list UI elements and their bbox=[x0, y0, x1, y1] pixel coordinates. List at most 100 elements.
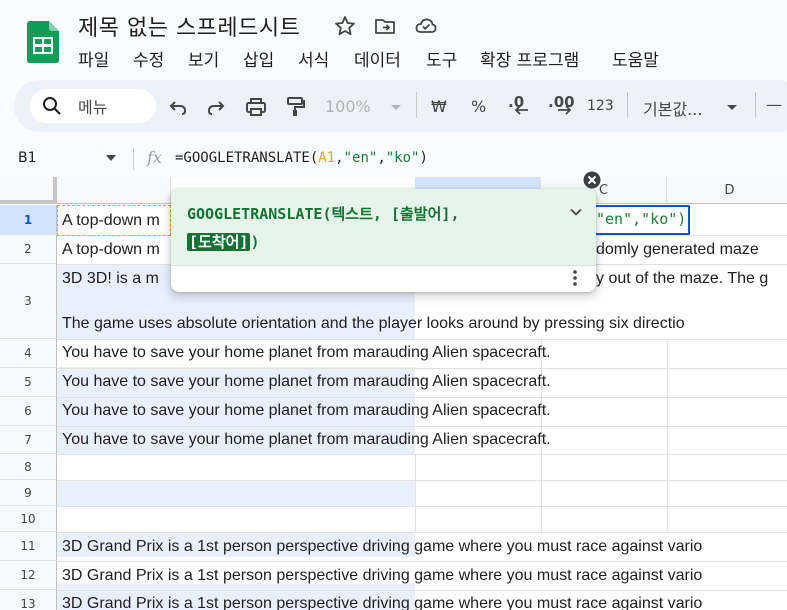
sheets-logo-icon[interactable] bbox=[27, 21, 59, 63]
arg-sep: , bbox=[372, 205, 382, 223]
formula-input[interactable]: =GOOGLETRANSLATE(A1,"en","ko") bbox=[175, 150, 428, 166]
row-header[interactable]: 8 bbox=[0, 454, 57, 480]
print-icon[interactable] bbox=[244, 95, 268, 119]
cell-a6[interactable]: You have to save your home planet from m… bbox=[62, 402, 551, 420]
menu-search[interactable]: 메뉴 bbox=[30, 89, 156, 123]
row-header[interactable]: 7 bbox=[0, 426, 57, 454]
percent-format-button[interactable]: % bbox=[471, 97, 486, 116]
redo-icon[interactable] bbox=[204, 95, 228, 119]
column-header-d[interactable]: D bbox=[667, 177, 787, 204]
undo-icon[interactable] bbox=[166, 95, 190, 119]
cell-a2-overflow: domly generated maze bbox=[596, 241, 759, 258]
close-icon[interactable] bbox=[583, 171, 601, 189]
gridline bbox=[57, 480, 787, 481]
arrow-left-icon bbox=[514, 105, 528, 115]
column-header-a[interactable] bbox=[57, 177, 171, 204]
row-header[interactable]: 10 bbox=[0, 506, 57, 532]
formula-sep: , bbox=[335, 150, 344, 166]
arrow-right-icon bbox=[558, 105, 572, 115]
cell-a3-overflow: y out of the maze. The g bbox=[596, 270, 769, 287]
formula-ref: A1 bbox=[318, 150, 336, 166]
menu-format[interactable]: 서식 bbox=[298, 46, 329, 71]
cell-a3-line2: The game uses absolute orientation and t… bbox=[62, 315, 685, 332]
arg-target-language: [도착어] bbox=[187, 233, 251, 251]
gridline bbox=[57, 426, 787, 427]
gridline bbox=[57, 339, 787, 340]
function-signature-line: [도착어]) bbox=[187, 231, 260, 252]
sheets-window: 제목 없는 스프레드시트 파일 수정 보기 삽입 서식 데이터 도구 확장 프로… bbox=[0, 0, 787, 610]
paint-format-icon[interactable] bbox=[283, 95, 307, 119]
zoom-dropdown-icon[interactable] bbox=[384, 95, 408, 119]
cloud-saved-icon[interactable] bbox=[414, 14, 438, 38]
freeze-handle[interactable] bbox=[0, 177, 57, 204]
zoom-select[interactable]: 100% bbox=[325, 97, 371, 116]
font-select[interactable]: 기본값... bbox=[643, 96, 702, 120]
arg-text: 텍스트 bbox=[331, 205, 373, 223]
gridline bbox=[57, 454, 787, 455]
menu-view[interactable]: 보기 bbox=[188, 46, 219, 71]
formula-sep: , bbox=[377, 150, 386, 166]
cell-a13[interactable]: 3D Grand Prix is a 1st person perspectiv… bbox=[62, 595, 702, 610]
cell-a5[interactable]: You have to save your home planet from m… bbox=[62, 373, 551, 391]
cell-a1[interactable]: A top-down m bbox=[62, 212, 160, 230]
cell-a3[interactable]: 3D 3D! is a m bbox=[62, 270, 159, 288]
cell-a12[interactable]: 3D Grand Prix is a 1st person perspectiv… bbox=[62, 567, 702, 585]
menu-insert[interactable]: 삽입 bbox=[243, 46, 274, 71]
arg-source-language: [출발어] bbox=[390, 205, 451, 223]
menu-help[interactable]: 도움말 bbox=[612, 46, 659, 71]
search-icon bbox=[43, 97, 61, 115]
function-close-paren: ) bbox=[250, 233, 260, 251]
popup-divider bbox=[171, 265, 596, 266]
active-cell-border bbox=[593, 205, 690, 235]
row-header[interactable]: 2 bbox=[0, 235, 57, 264]
row-header[interactable]: 12 bbox=[0, 561, 57, 590]
toolbar-divider bbox=[755, 92, 756, 118]
formula-bar-divider bbox=[133, 148, 134, 170]
move-folder-icon[interactable] bbox=[373, 14, 397, 38]
font-size-decrease-button[interactable]: — bbox=[766, 95, 782, 114]
row-header[interactable]: 13 bbox=[0, 590, 57, 610]
function-name: GOOGLETRANSLATE( bbox=[187, 205, 332, 223]
function-signature[interactable] bbox=[171, 189, 596, 265]
cell-a7[interactable]: You have to save your home planet from m… bbox=[62, 431, 551, 449]
gridline bbox=[57, 532, 787, 533]
menu-file[interactable]: 파일 bbox=[78, 46, 109, 71]
currency-format-button[interactable]: ₩ bbox=[431, 97, 447, 116]
cell-a2[interactable]: A top-down m bbox=[62, 241, 160, 259]
search-label: 메뉴 bbox=[78, 98, 108, 117]
row-header[interactable]: 1 bbox=[0, 205, 57, 235]
menu-edit[interactable]: 수정 bbox=[133, 46, 164, 71]
menu-tools[interactable]: 도구 bbox=[426, 46, 457, 71]
row-header[interactable]: 4 bbox=[0, 339, 57, 368]
chevron-down-icon[interactable] bbox=[569, 205, 583, 219]
number-format-button[interactable]: 123 bbox=[587, 98, 614, 114]
row-header[interactable]: 6 bbox=[0, 397, 57, 426]
gridline bbox=[57, 397, 787, 398]
row-header[interactable]: 3 bbox=[0, 264, 57, 339]
menu-extensions[interactable]: 확장 프로그램 bbox=[480, 46, 579, 71]
name-box-dropdown-icon[interactable] bbox=[106, 155, 116, 161]
document-title[interactable]: 제목 없는 스프레드시트 bbox=[78, 10, 300, 42]
font-dropdown-icon[interactable] bbox=[720, 95, 744, 119]
arg-sep: , bbox=[450, 205, 460, 223]
row-header[interactable]: 9 bbox=[0, 480, 57, 506]
menu-data[interactable]: 데이터 bbox=[354, 46, 401, 71]
fx-icon: fx bbox=[147, 148, 162, 167]
selection-range bbox=[57, 481, 415, 506]
gridline bbox=[57, 368, 787, 369]
row-header[interactable]: 11 bbox=[0, 532, 57, 561]
cell-a11[interactable]: 3D Grand Prix is a 1st person perspectiv… bbox=[62, 538, 702, 556]
more-vert-icon[interactable] bbox=[568, 269, 582, 287]
function-help-popup: GOOGLETRANSLATE(텍스트, [출발어], [도착어]) bbox=[171, 189, 596, 292]
function-signature-line: GOOGLETRANSLATE(텍스트, [출발어], bbox=[187, 203, 459, 224]
toolbar-divider bbox=[416, 92, 417, 118]
gridline bbox=[57, 561, 787, 562]
gridline bbox=[57, 506, 787, 507]
star-icon[interactable] bbox=[333, 14, 357, 38]
gridline bbox=[667, 339, 668, 532]
name-box[interactable]: B1 bbox=[18, 150, 37, 166]
formula-arg-target: "ko" bbox=[385, 150, 420, 166]
row-header[interactable]: 5 bbox=[0, 368, 57, 397]
formula-suffix: ) bbox=[419, 150, 428, 166]
cell-a4[interactable]: You have to save your home planet from m… bbox=[62, 344, 551, 362]
